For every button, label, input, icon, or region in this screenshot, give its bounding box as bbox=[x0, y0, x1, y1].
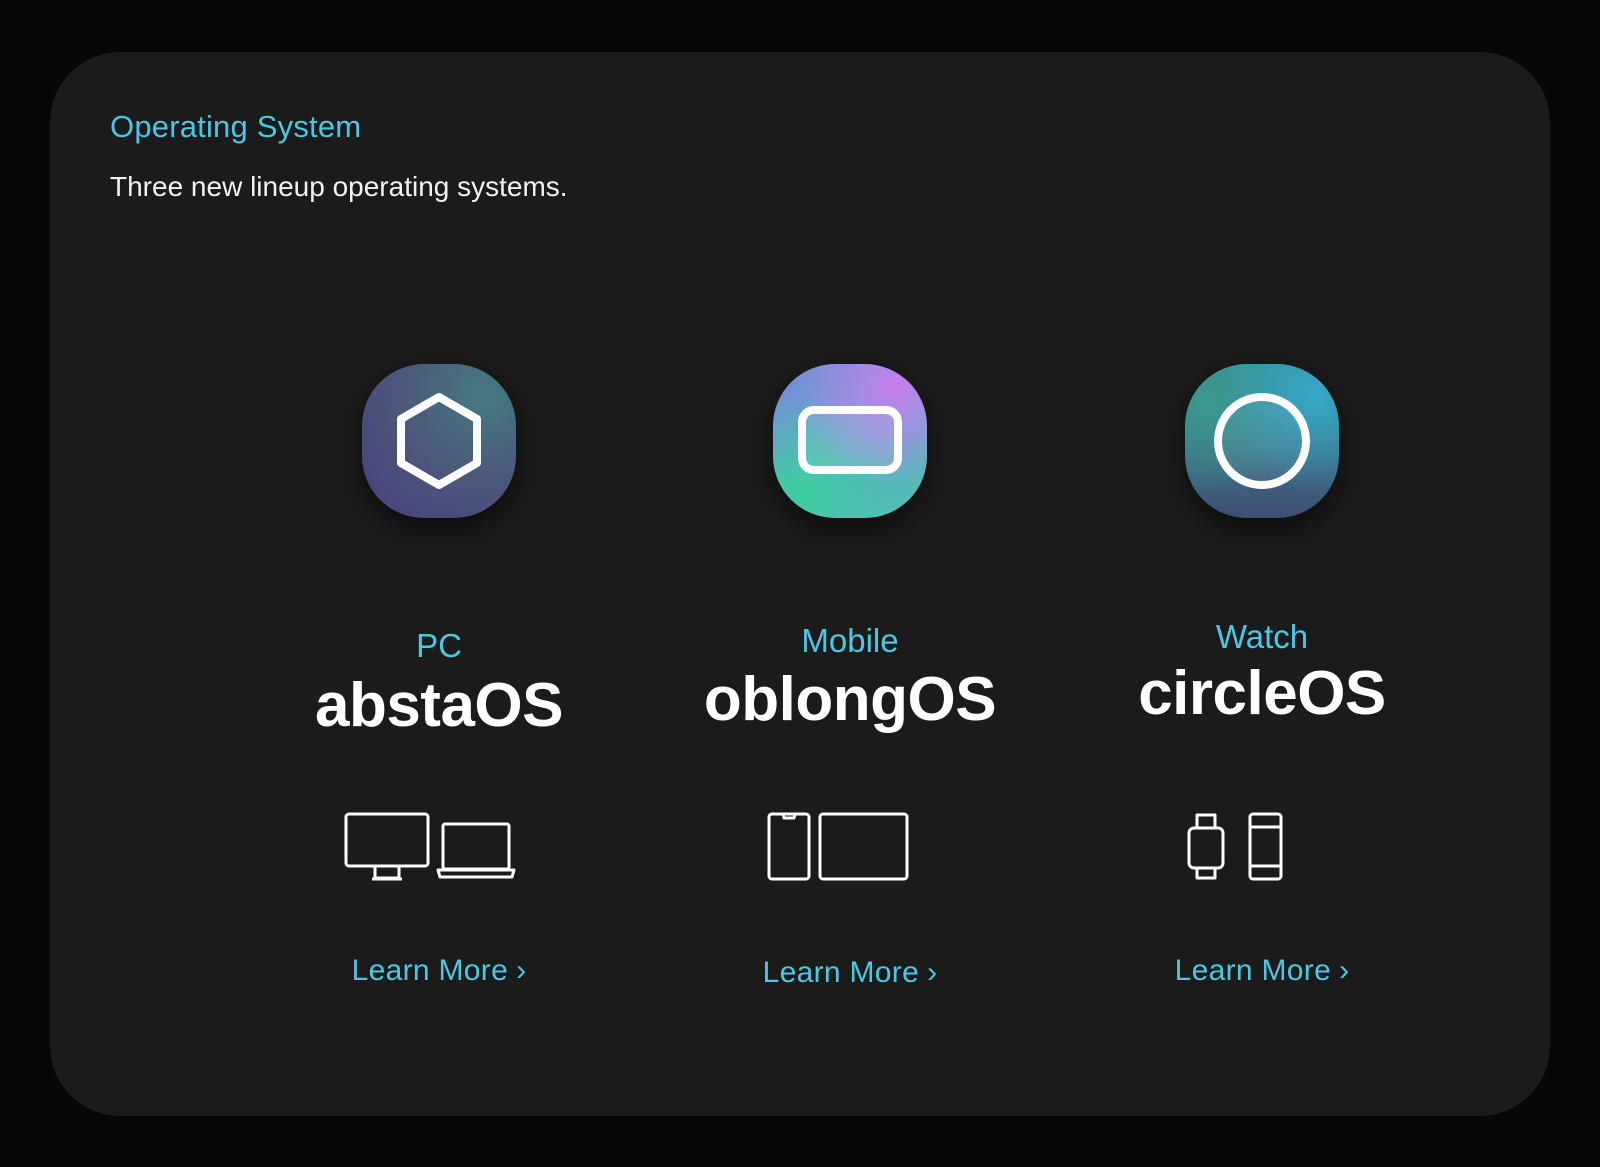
category-label: Mobile bbox=[801, 622, 899, 659]
chevron-right-icon: › bbox=[516, 954, 527, 987]
device-icons bbox=[640, 812, 1060, 892]
oblongos-app-icon bbox=[773, 364, 927, 518]
learn-more-label: Learn More bbox=[762, 956, 920, 989]
hexagon-icon bbox=[397, 393, 481, 489]
section-subtitle: Three new lineup operating systems. bbox=[110, 171, 568, 202]
circleos-app-icon bbox=[1185, 364, 1339, 518]
learn-more-link[interactable]: Learn More › bbox=[1052, 954, 1472, 988]
learn-more-link[interactable]: Learn More › bbox=[229, 954, 649, 988]
device-icons bbox=[229, 812, 649, 892]
product-column-mobile: Mobile oblongOS Learn More › bbox=[640, 364, 1060, 989]
phone-icon bbox=[767, 812, 811, 881]
device-icons bbox=[1052, 812, 1472, 892]
chevron-right-icon: › bbox=[1339, 954, 1350, 987]
desktop-monitor-icon bbox=[344, 812, 430, 881]
os-name: circleOS bbox=[1138, 659, 1386, 728]
chevron-right-icon: › bbox=[927, 956, 938, 989]
tablet-icon bbox=[818, 812, 909, 881]
watch-icon bbox=[1187, 813, 1225, 880]
product-column-pc: PC abstaOS Learn More › bbox=[229, 364, 649, 987]
learn-more-label: Learn More bbox=[1174, 954, 1332, 987]
os-lineup-card: Operating System Three new lineup operat… bbox=[50, 52, 1550, 1116]
watch-band-icon bbox=[1248, 812, 1283, 881]
abstaos-app-icon bbox=[362, 364, 516, 518]
laptop-icon bbox=[436, 822, 516, 879]
product-column-watch: Watch circleOS Learn More › bbox=[1052, 364, 1472, 987]
learn-more-link[interactable]: Learn More › bbox=[640, 956, 1060, 990]
category-label: PC bbox=[416, 627, 462, 664]
learn-more-label: Learn More bbox=[351, 954, 509, 987]
os-name: oblongOS bbox=[703, 665, 997, 734]
circle-icon bbox=[1214, 393, 1310, 489]
os-name: abstaOS bbox=[314, 671, 564, 740]
rounded-rectangle-icon bbox=[798, 406, 902, 474]
section-eyebrow: Operating System bbox=[110, 109, 362, 144]
category-label: Watch bbox=[1215, 618, 1309, 655]
